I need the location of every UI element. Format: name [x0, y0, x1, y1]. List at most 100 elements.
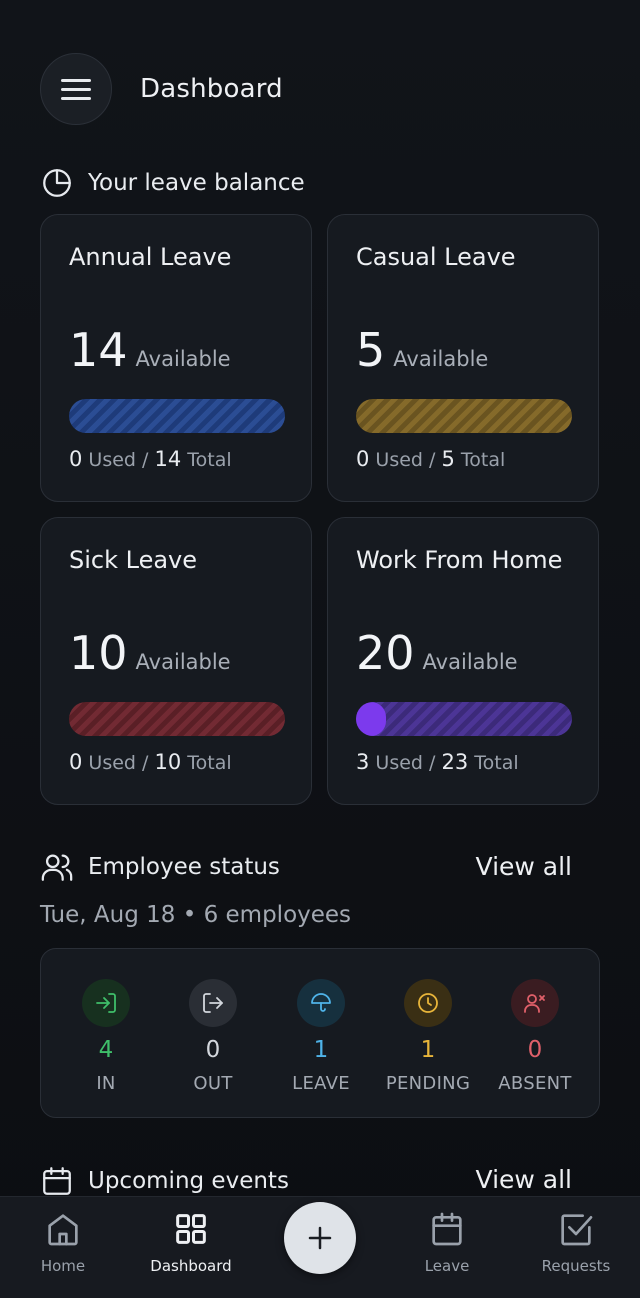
nav-item-home[interactable]: Home	[8, 1209, 118, 1275]
status-count: 0	[205, 1037, 221, 1063]
leave-card-title: Casual Leave	[356, 243, 516, 271]
used-count: 0	[69, 447, 83, 471]
total-label: Total	[460, 449, 506, 471]
usage-summary: 3 Used / 23 Total	[356, 750, 519, 774]
used-label: Used	[88, 449, 136, 471]
umbrella-icon	[297, 979, 345, 1027]
total-label: Total	[187, 752, 232, 774]
app-header: Dashboard	[40, 52, 283, 126]
usage-progress-bar	[69, 399, 285, 433]
nav-item-leave[interactable]: Leave	[392, 1209, 502, 1275]
separator: /	[142, 752, 149, 774]
usage-progress-bar	[356, 702, 572, 736]
total-label: Total	[474, 752, 519, 774]
total-count: 14	[154, 447, 182, 471]
status-pending[interactable]: 1 PENDING	[373, 979, 483, 1094]
nav-label: Leave	[424, 1257, 470, 1275]
calendar-icon	[432, 1212, 462, 1246]
available-label: Available	[135, 347, 231, 371]
status-label: IN	[96, 1073, 116, 1094]
used-label: Used	[375, 449, 423, 471]
available-count: 14	[69, 323, 128, 377]
available-label: Available	[135, 650, 231, 674]
clock-icon	[404, 979, 452, 1027]
home-icon	[48, 1214, 78, 1246]
leave-card-title: Annual Leave	[69, 243, 232, 271]
available-label: Available	[393, 347, 489, 371]
status-date-summary: Tue, Aug 18 • 6 employees	[40, 902, 352, 928]
available-row: 10 Available	[69, 630, 231, 676]
leave-card-annual[interactable]: Annual Leave 14 Available 0 Used / 14 To…	[40, 214, 312, 502]
status-out[interactable]: 0 OUT	[158, 979, 268, 1094]
employee-status-heading: Employee status	[40, 850, 280, 884]
usage-progress-bar	[69, 702, 285, 736]
total-count: 10	[154, 750, 182, 774]
used-count: 3	[356, 750, 370, 774]
total-count: 5	[441, 447, 455, 471]
leave-card-casual[interactable]: Casual Leave 5 Available 0 Used / 5 Tota…	[327, 214, 599, 502]
used-label: Used	[88, 752, 136, 774]
leave-card-wfh[interactable]: Work From Home 20 Available 3 Used / 23 …	[327, 517, 599, 805]
leave-balance-title: Your leave balance	[88, 170, 305, 196]
leave-card-title: Sick Leave	[69, 546, 198, 574]
status-absent[interactable]: 0 ABSENT	[480, 979, 590, 1094]
upcoming-events-heading: Upcoming events	[40, 1164, 289, 1198]
available-row: 20 Available	[356, 630, 518, 676]
status-label: PENDING	[385, 1073, 471, 1094]
used-count: 0	[69, 750, 83, 774]
separator: /	[142, 449, 149, 471]
used-label: Used	[375, 752, 423, 774]
menu-button[interactable]	[40, 53, 112, 125]
status-in[interactable]: 4 IN	[51, 979, 161, 1094]
available-row: 14 Available	[69, 327, 231, 373]
login-icon	[82, 979, 130, 1027]
leave-card-title: Work From Home	[356, 546, 563, 574]
hamburger-icon	[61, 73, 91, 106]
nav-item-requests[interactable]: Requests	[521, 1209, 631, 1275]
total-count: 23	[441, 750, 469, 774]
nav-item-dashboard[interactable]: Dashboard	[136, 1209, 246, 1275]
plus-icon	[308, 1226, 332, 1250]
employee-status-panel: 4 IN 0 OUT 1 LEAVE 1 PENDING 0 ABSENT	[40, 948, 600, 1118]
leave-balance-heading: Your leave balance	[40, 166, 305, 200]
status-count: 1	[420, 1037, 436, 1063]
employee-status-title: Employee status	[88, 854, 280, 880]
separator: /	[429, 449, 436, 471]
status-label: ABSENT	[498, 1073, 572, 1094]
available-row: 5 Available	[356, 327, 488, 373]
logout-icon	[189, 979, 237, 1027]
leave-card-sick[interactable]: Sick Leave 10 Available 0 Used / 10 Tota…	[40, 517, 312, 805]
nav-label: Dashboard	[150, 1257, 232, 1275]
nav-label: Requests	[541, 1257, 611, 1275]
status-count: 0	[527, 1037, 543, 1063]
nav-label: Home	[40, 1257, 86, 1275]
total-label: Total	[187, 449, 232, 471]
available-count: 10	[69, 626, 128, 680]
pie-chart-icon	[43, 169, 71, 197]
usage-progress-bar	[356, 399, 572, 433]
separator: /	[429, 752, 436, 774]
available-label: Available	[422, 650, 518, 674]
grid-icon	[176, 1214, 206, 1244]
usage-summary: 0 Used / 10 Total	[69, 750, 232, 774]
available-count: 5	[356, 323, 386, 377]
usage-summary: 0 Used / 14 Total	[69, 447, 232, 471]
usage-summary: 0 Used / 5 Total	[356, 447, 505, 471]
employee-view-all-link[interactable]: View all	[476, 852, 572, 881]
page-title: Dashboard	[140, 74, 283, 104]
user-x-icon	[511, 979, 559, 1027]
status-count: 1	[313, 1037, 329, 1063]
status-count: 4	[98, 1037, 114, 1063]
status-label: LEAVE	[292, 1073, 350, 1094]
status-leave[interactable]: 1 LEAVE	[266, 979, 376, 1094]
upcoming-events-title: Upcoming events	[88, 1168, 289, 1194]
events-view-all-link[interactable]: View all	[476, 1165, 572, 1194]
used-count: 0	[356, 447, 370, 471]
users-icon	[41, 854, 73, 881]
usage-progress-fill	[356, 702, 386, 736]
status-label: OUT	[193, 1073, 233, 1094]
available-count: 20	[356, 626, 415, 680]
add-button[interactable]	[284, 1202, 356, 1274]
calendar-icon	[43, 1167, 71, 1195]
checkbox-icon	[561, 1214, 593, 1246]
